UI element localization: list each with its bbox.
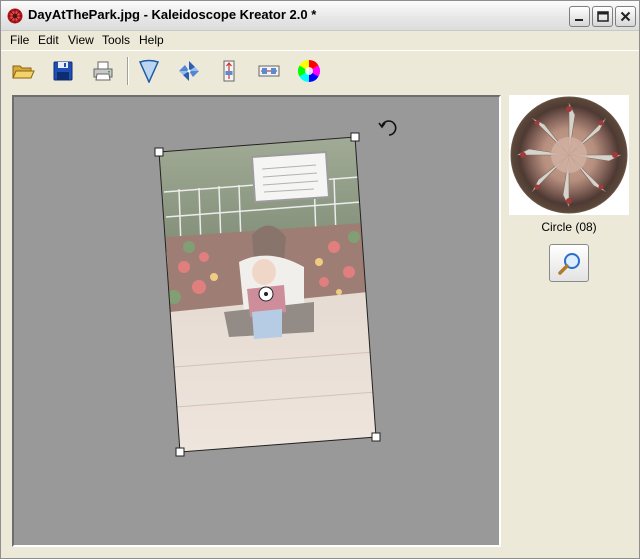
rotate-arrow-icon[interactable] [377, 117, 399, 139]
save-disk-icon [53, 61, 73, 81]
color-wheel-button[interactable] [293, 55, 325, 87]
source-photo[interactable] [14, 97, 499, 545]
menu-tools[interactable]: Tools [102, 33, 130, 47]
target-circle-icon[interactable] [258, 286, 274, 302]
menu-help[interactable]: Help [139, 33, 164, 47]
close-button[interactable] [615, 6, 636, 27]
menu-bar: File Edit View Tools Help [1, 31, 639, 49]
kaleidoscope-app-icon [7, 8, 23, 24]
menu-file[interactable]: File [10, 33, 29, 47]
app-window: DayAtThePark.jpg - Kaleidoscope Kreator … [0, 0, 640, 559]
resize-handle-bottom-right[interactable] [371, 432, 381, 442]
open-button[interactable] [7, 55, 39, 87]
vertical-mirror-button[interactable] [213, 55, 245, 87]
resize-handle-top-left[interactable] [154, 147, 164, 157]
print-button[interactable] [87, 55, 119, 87]
horizontal-mirror-button[interactable] [253, 55, 285, 87]
kaleidoscope-preview [509, 95, 629, 215]
color-wheel-icon [298, 60, 320, 82]
maximize-icon [597, 11, 609, 22]
title-bar[interactable]: DayAtThePark.jpg - Kaleidoscope Kreator … [1, 1, 639, 31]
wedge-tool-button[interactable] [133, 55, 165, 87]
resize-handle-top-right[interactable] [350, 132, 360, 142]
minimize-icon [575, 19, 583, 21]
pinwheel-tool-button[interactable] [173, 55, 205, 87]
vertical-mirror-icon [223, 60, 235, 82]
toolbar-separator [127, 57, 129, 85]
magnifier-icon [558, 253, 580, 275]
open-folder-icon [12, 65, 35, 79]
wedge-icon [138, 59, 160, 83]
kaleidoscope-preview-image [510, 96, 628, 214]
editing-canvas[interactable] [12, 95, 501, 547]
pinwheel-icon [179, 61, 199, 81]
maximize-button[interactable] [592, 6, 613, 27]
horizontal-mirror-icon [258, 65, 280, 77]
save-button[interactable] [47, 55, 79, 87]
printer-icon [93, 61, 113, 81]
window-title: DayAtThePark.jpg - Kaleidoscope Kreator … [28, 7, 317, 22]
preview-shape-label: Circle (08) [541, 220, 597, 234]
zoom-preview-button[interactable] [549, 244, 589, 282]
menu-edit[interactable]: Edit [38, 33, 59, 47]
toolbar [1, 50, 639, 90]
menu-view[interactable]: View [68, 33, 94, 47]
close-icon [620, 11, 631, 22]
minimize-button[interactable] [569, 6, 590, 27]
resize-handle-bottom-left[interactable] [175, 447, 185, 457]
